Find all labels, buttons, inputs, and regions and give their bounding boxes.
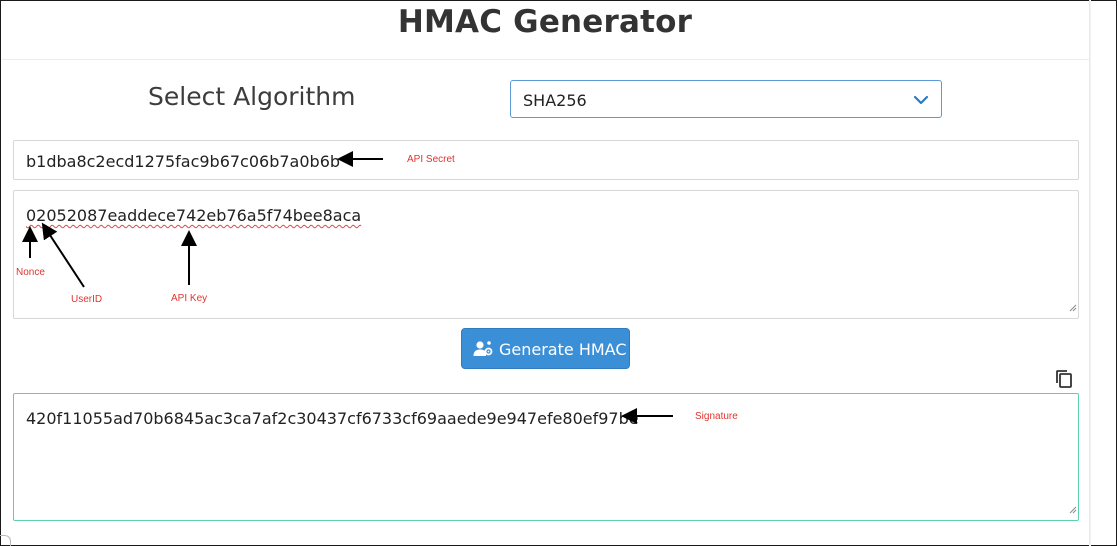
user-gear-icon — [473, 340, 493, 363]
resize-handle-icon[interactable] — [1069, 299, 1077, 317]
chevron-down-icon — [913, 93, 929, 111]
api-secret-value: b1dba8c2ecd1275fac9b67c06b7a0b6b — [26, 152, 341, 171]
signature-annotation: Signature — [695, 411, 738, 422]
message-value: 02052087eaddece742eb76a5f74bee8aca — [26, 206, 362, 225]
generate-hmac-label: Generate HMAC — [499, 340, 627, 359]
header-divider — [2, 59, 1089, 60]
nonce-annotation: Nonce — [16, 267, 45, 278]
signature-value: 420f11055ad70b6845ac3ca7af2c30437cf6733c… — [26, 409, 639, 428]
card-edge — [1089, 0, 1091, 546]
generate-hmac-button[interactable]: Generate HMAC — [461, 328, 630, 369]
api-secret-annotation: API Secret — [407, 154, 455, 165]
algorithm-label: Select Algorithm — [148, 82, 356, 111]
algorithm-selected-value: SHA256 — [523, 91, 587, 110]
api-secret-input[interactable]: b1dba8c2ecd1275fac9b67c06b7a0b6b — [13, 140, 1079, 180]
signature-output[interactable]: 420f11055ad70b6845ac3ca7af2c30437cf6733c… — [13, 393, 1079, 521]
api-key-annotation: API Key — [171, 293, 208, 304]
copy-icon[interactable] — [1054, 369, 1074, 389]
algorithm-select[interactable]: SHA256 — [510, 80, 942, 118]
scroll-corner — [0, 535, 11, 546]
resize-handle-icon[interactable] — [1069, 501, 1077, 519]
page-title: HMAC Generator — [397, 4, 693, 40]
userid-annotation: UserID — [71, 294, 103, 305]
